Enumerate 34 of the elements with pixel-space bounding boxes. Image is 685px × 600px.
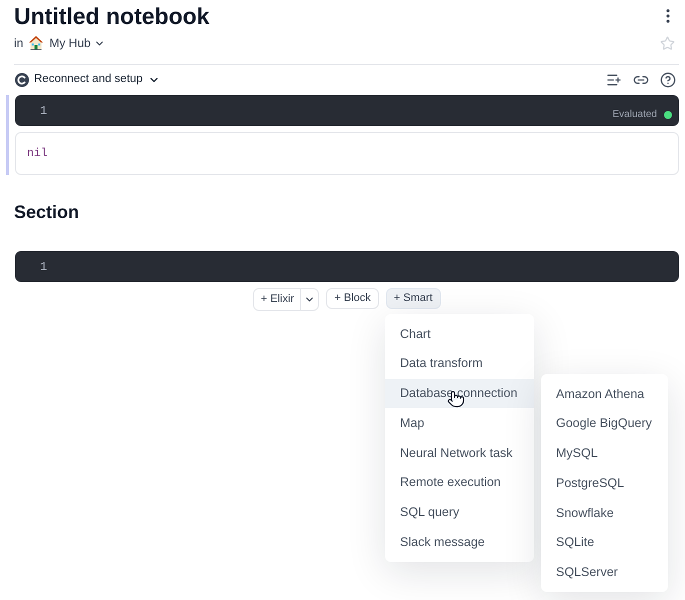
submenu-item[interactable]: MySQL xyxy=(541,438,668,468)
notebook-title[interactable]: Untitled notebook xyxy=(14,4,210,28)
menu-item[interactable]: Neural Network task xyxy=(385,438,534,468)
menu-item[interactable]: Map xyxy=(385,408,534,438)
code-editor[interactable]: 1 xyxy=(15,251,679,282)
evaluation-status: Evaluated xyxy=(612,110,657,120)
submenu-item[interactable]: Snowflake xyxy=(541,498,668,528)
line-number: 1 xyxy=(40,258,48,276)
menu-item[interactable]: Slack message xyxy=(385,527,534,557)
insert-cell-button[interactable]: + Block xyxy=(326,288,379,309)
submenu-item[interactable]: PostgreSQL xyxy=(541,468,668,498)
hub-selector[interactable]: My Hub xyxy=(49,34,105,52)
insert-list-icon[interactable] xyxy=(606,72,622,88)
menu-item[interactable]: Data transform xyxy=(385,348,534,378)
output-value: nil xyxy=(27,146,48,162)
code-editor[interactable]: 1 Evaluated xyxy=(15,95,679,126)
menu-item[interactable]: Chart xyxy=(385,319,534,349)
reconnect-icon xyxy=(15,73,29,87)
submenu-item[interactable]: SQLite xyxy=(541,528,668,558)
menu-item[interactable]: Remote execution xyxy=(385,468,534,498)
submenu-item[interactable]: SQLServer xyxy=(541,558,668,588)
line-number: 1 xyxy=(40,102,48,120)
submenu-item[interactable]: Google BigQuery xyxy=(541,408,668,438)
insert-cell-button[interactable]: + Elixir xyxy=(254,289,300,310)
star-icon[interactable] xyxy=(660,36,675,50)
menu-item[interactable]: SQL query xyxy=(385,498,534,528)
help-icon[interactable] xyxy=(660,72,676,88)
section-heading[interactable]: Section xyxy=(14,198,80,226)
runtime-menu-button[interactable]: Reconnect and setup xyxy=(34,71,160,89)
status-dot-icon xyxy=(664,111,672,119)
insert-cell-button[interactable]: + Smart xyxy=(386,288,441,309)
location-prefix: in xyxy=(14,35,24,52)
house-icon xyxy=(28,35,44,51)
submenu-item[interactable]: Amazon Athena xyxy=(541,379,668,409)
